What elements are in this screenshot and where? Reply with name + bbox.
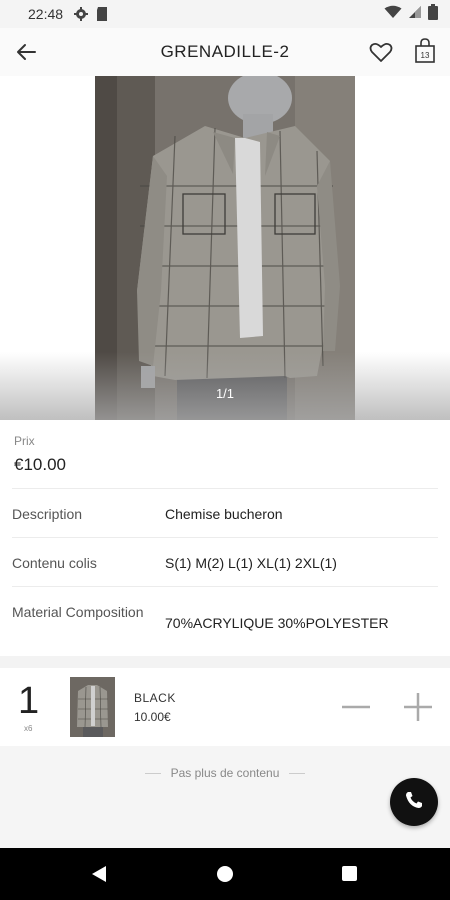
price-value: €10.00 <box>14 455 66 474</box>
attribute-row-material: Material Composition 70%ACRYLIQUE 30%POL… <box>12 586 438 656</box>
end-of-content: Pas plus de contenu <box>0 766 450 780</box>
attribute-value: 70%ACRYLIQUE 30%POLYESTER <box>165 615 389 631</box>
status-time: 22:48 <box>28 6 64 22</box>
price-block: Prix €10.00 <box>0 420 450 488</box>
attribute-row-description: Description Chemise bucheron <box>12 488 438 537</box>
wifi-icon <box>384 5 402 24</box>
variant-price: 10.00€ <box>134 710 171 724</box>
product-gallery[interactable]: 1/1 <box>0 76 450 420</box>
status-bar: 22:48 <box>0 0 450 28</box>
gallery-counter: 1/1 <box>215 386 235 401</box>
price-label: Prix <box>14 434 35 448</box>
end-rule-left <box>144 772 161 774</box>
attribute-value: Chemise bucheron <box>165 506 283 522</box>
sd-card-icon <box>95 6 111 22</box>
quantity-multiplier: x6 <box>24 724 33 733</box>
nav-back-icon[interactable] <box>90 865 108 888</box>
attribute-value: S(1) M(2) L(1) XL(1) 2XL(1) <box>165 555 337 571</box>
shopping-bag-icon[interactable]: 13 <box>413 38 437 64</box>
battery-icon <box>428 3 438 25</box>
attribute-label: Description <box>12 506 83 522</box>
quantity-value: 1 <box>18 680 40 722</box>
footer-area: Pas plus de contenu <box>0 746 450 848</box>
app-bar: GRENADILLE-2 13 <box>0 28 450 76</box>
cart-count: 13 <box>421 51 430 60</box>
heart-icon[interactable] <box>368 39 394 65</box>
nav-home-icon[interactable] <box>217 866 233 882</box>
attribute-row-package-content: Contenu colis S(1) M(2) L(1) XL(1) 2XL(1… <box>12 537 438 586</box>
nav-recents-icon[interactable] <box>342 866 357 881</box>
minus-icon[interactable] <box>340 694 372 720</box>
variant-name: BLACK <box>134 691 176 705</box>
end-of-content-text: Pas plus de contenu <box>170 766 280 780</box>
attribute-label: Contenu colis <box>12 555 97 571</box>
settings-icon <box>73 6 89 22</box>
variant-thumbnail <box>70 677 115 737</box>
section-divider <box>0 656 450 668</box>
call-button[interactable] <box>390 778 438 826</box>
end-rule-right <box>289 772 306 774</box>
cart-line-item: 1 x6 BLACK 10.00€ <box>0 668 450 746</box>
attribute-label: Material Composition <box>12 604 144 620</box>
system-nav-bar <box>0 848 450 900</box>
plus-icon[interactable] <box>402 692 434 722</box>
product-photo[interactable] <box>95 76 355 420</box>
phone-icon <box>404 790 424 815</box>
signal-icon <box>408 5 422 24</box>
